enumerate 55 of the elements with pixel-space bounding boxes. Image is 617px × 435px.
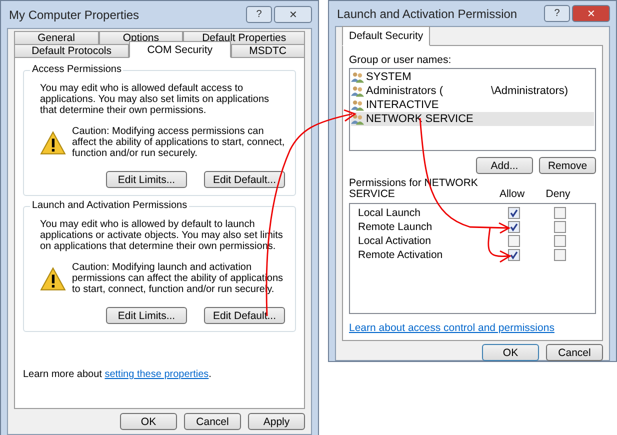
- permission-name: Local Launch: [357, 207, 422, 219]
- help-button[interactable]: ?: [246, 6, 272, 23]
- user-item[interactable]: SYSTEM: [351, 70, 594, 84]
- allow-checkbox[interactable]: [508, 249, 520, 261]
- cancel-button[interactable]: Cancel: [546, 344, 603, 361]
- permission-name: Local Activation: [357, 235, 432, 247]
- period-text: .: [208, 369, 212, 380]
- tab[interactable]: Default Security: [342, 26, 430, 46]
- user-item[interactable]: INTERACTIVE: [351, 98, 594, 112]
- permission-name: Remote Launch: [357, 221, 434, 233]
- group-title: Access Permissions: [30, 64, 124, 75]
- tab[interactable]: COM Security: [129, 41, 231, 58]
- deny-checkbox[interactable]: [554, 221, 566, 233]
- warning-icon: [40, 131, 66, 155]
- caution-text: Caution: Modifying access permissions can affect the ability of applications to start, connect, function and/or run securely.: [72, 126, 286, 159]
- user-item[interactable]: Administrators ( \Administrators): [351, 84, 594, 98]
- learn-more-link[interactable]: setting these properties: [104, 369, 209, 380]
- group-title: Launch and Activation Permissions: [30, 200, 190, 211]
- close-button[interactable]: ✕: [572, 5, 610, 22]
- apply-button[interactable]: Apply: [248, 413, 305, 430]
- deny-checkbox[interactable]: [554, 235, 566, 247]
- help-link[interactable]: Learn about access control and permissions: [349, 322, 596, 334]
- deny-checkbox[interactable]: [554, 207, 566, 219]
- users-label: Group or user names:: [349, 54, 452, 66]
- allow-checkbox[interactable]: [508, 221, 520, 233]
- users-icon: [351, 71, 364, 83]
- column-header: Allow: [498, 189, 526, 200]
- edit-limits-button[interactable]: Edit Limits...: [106, 171, 187, 188]
- edit-limits-button[interactable]: Edit Limits...: [106, 307, 187, 324]
- deny-checkbox[interactable]: [554, 249, 566, 261]
- help-button[interactable]: ?: [544, 5, 570, 22]
- tab[interactable]: MSDTC: [230, 44, 305, 58]
- warning-icon: [40, 267, 66, 291]
- users-icon: [351, 113, 364, 125]
- tab[interactable]: General: [14, 31, 99, 45]
- tab[interactable]: Default Protocols: [14, 44, 130, 58]
- allow-checkbox[interactable]: [508, 207, 520, 219]
- users-icon: [351, 85, 364, 97]
- add-button[interactable]: Add...: [476, 157, 533, 174]
- allow-checkbox[interactable]: [508, 235, 520, 247]
- remove-button[interactable]: Remove: [539, 157, 596, 174]
- close-button[interactable]: ✕: [274, 6, 312, 23]
- ok-button[interactable]: OK: [482, 344, 539, 361]
- window-title: My Computer Properties: [9, 8, 140, 22]
- edit-default-button[interactable]: Edit Default...: [204, 307, 285, 324]
- description-text: You may edit who is allowed default access to applications. You may also set limits on applications that determine their own permissions.: [40, 83, 270, 116]
- cancel-button[interactable]: Cancel: [184, 413, 241, 430]
- user-item[interactable]: NETWORK SERVICE: [351, 112, 594, 126]
- learn-more-text: Learn more about: [23, 369, 103, 380]
- window-title: Launch and Activation Permission: [337, 6, 518, 20]
- users-icon: [351, 99, 364, 111]
- permission-name: Remote Activation: [357, 249, 444, 261]
- ok-button[interactable]: OK: [120, 413, 177, 430]
- edit-default-button[interactable]: Edit Default...: [204, 171, 285, 188]
- column-header: Deny: [544, 189, 572, 200]
